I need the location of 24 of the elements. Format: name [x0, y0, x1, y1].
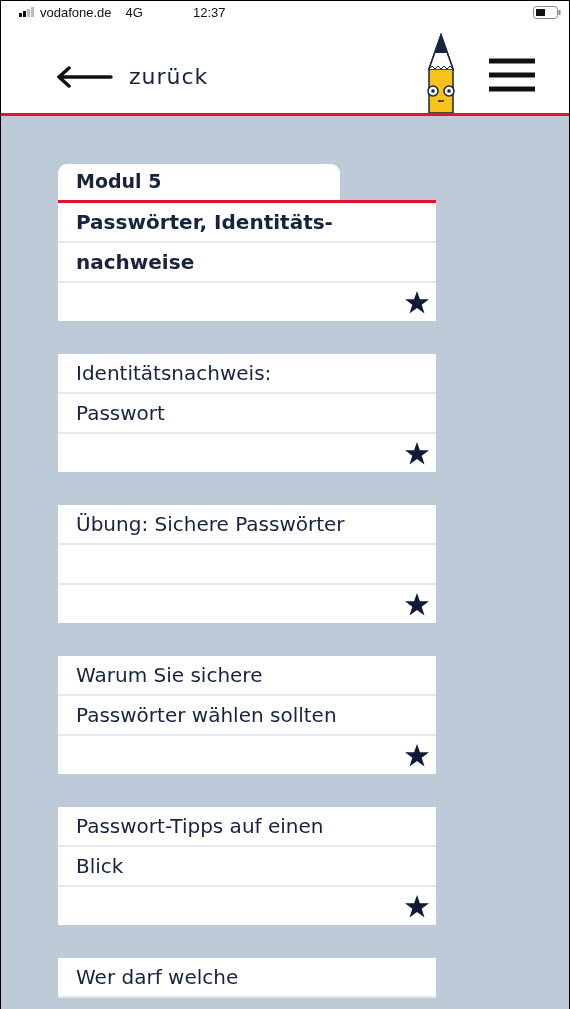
back-link[interactable]: zurück [57, 64, 209, 89]
network-type: 4G [125, 4, 143, 20]
lesson-title[interactable]: Blick [58, 847, 436, 887]
lesson-title[interactable]: Passwörter wählen sollten [58, 696, 436, 736]
carrier-name: vodafone.de [40, 4, 112, 20]
star-icon [405, 894, 429, 918]
battery-icon [533, 5, 561, 19]
star-icon [405, 743, 429, 767]
lesson-title[interactable]: Identitätsnachweis: [58, 354, 436, 394]
module-title: nachweise [58, 243, 436, 283]
star-icon [405, 592, 429, 616]
star-icon [405, 441, 429, 465]
lesson-title[interactable]: Übung: Sichere Passwörter [58, 505, 436, 545]
lesson-title[interactable]: Warum Sie sichere [58, 656, 436, 696]
star-icon [405, 290, 429, 314]
module-title: Passwörter, Identitäts- [58, 203, 436, 243]
signal-icon [19, 7, 35, 17]
lesson-title[interactable]: Passwort [58, 394, 436, 434]
clock-time: 12:37 [192, 4, 226, 20]
menu-button[interactable] [487, 57, 537, 93]
menu-icon [487, 57, 537, 93]
lesson-title[interactable]: Passwort-Tipps auf einen [58, 807, 436, 847]
lesson-title[interactable]: Wer darf welche [58, 958, 436, 998]
left-arrow-icon [57, 64, 113, 89]
